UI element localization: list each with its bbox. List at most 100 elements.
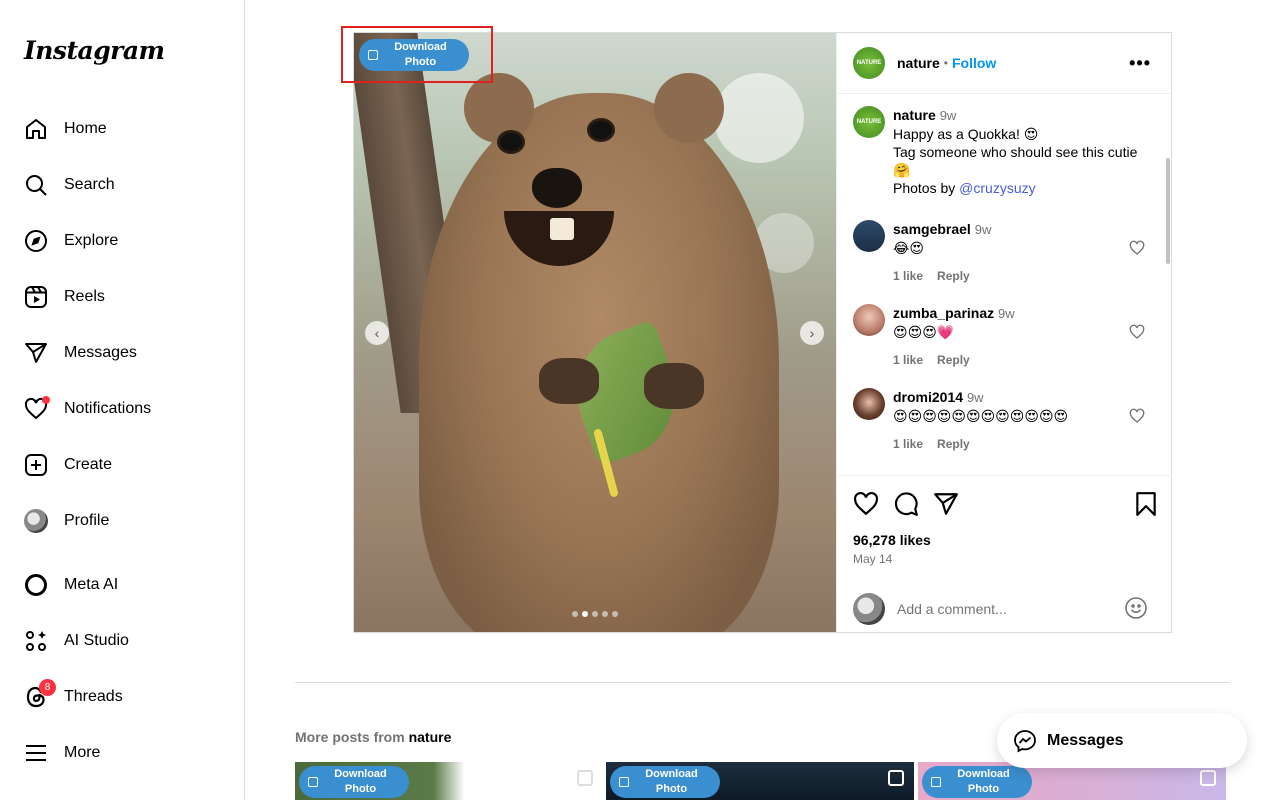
author-avatar[interactable]: NATURE [853, 47, 885, 79]
carousel-dot [612, 611, 618, 617]
carousel-prev-button[interactable]: ‹ [365, 321, 389, 345]
photo-quokka-paw [539, 358, 599, 404]
nav-profile[interactable]: Profile [12, 497, 232, 545]
comment-text: 😂😍 [893, 240, 924, 256]
commenter-avatar[interactable] [853, 388, 885, 420]
comment-like-icon[interactable] [1129, 240, 1145, 256]
separator-dot: • [943, 56, 948, 70]
caption-author[interactable]: nature [893, 107, 936, 123]
more-options-icon[interactable]: ••• [1129, 53, 1151, 74]
search-icon [24, 173, 48, 197]
nav-explore[interactable]: Explore [12, 217, 232, 265]
nav-search[interactable]: Search [12, 161, 232, 209]
photo-quokka-eye [590, 121, 612, 139]
nav-reels-label: Reels [64, 288, 105, 305]
author-username[interactable]: nature [897, 55, 940, 71]
nav-notifications-label: Notifications [64, 400, 152, 417]
download-label: Photo [344, 783, 377, 795]
image-icon [308, 777, 318, 787]
nav-home-label: Home [64, 120, 107, 137]
post-photo[interactable]: ‹ › Download Photo [354, 33, 836, 632]
commenter-username[interactable]: zumba_parinaz [893, 305, 994, 321]
mention-link[interactable]: @cruzysuzy [959, 180, 1035, 196]
threads-icon: 8 [24, 679, 56, 709]
sidebar: Instagram Home Search Explore Reels Mess… [0, 0, 245, 800]
like-icon[interactable] [853, 491, 879, 517]
photo-quokka-teeth [550, 218, 574, 240]
download-photo-button[interactable]: Download Photo [299, 766, 409, 798]
caption-line: Photos by [893, 180, 960, 196]
comment-like-icon[interactable] [1129, 324, 1145, 340]
comments-list[interactable]: NATURE nature 9w Happy as a Quokka! 😍 Ta… [837, 94, 1172, 475]
commenter-username[interactable]: dromi2014 [893, 389, 963, 405]
reply-button[interactable]: Reply [937, 269, 970, 283]
photo-quokka-paw [644, 363, 704, 409]
chevron-left-icon: ‹ [374, 325, 380, 341]
nav-threads[interactable]: 8 Threads [12, 673, 232, 721]
comment-likes[interactable]: 1 like [893, 269, 923, 283]
more-post-thumbnail[interactable]: Download Photo [295, 762, 603, 800]
multi-photo-icon [1200, 770, 1216, 786]
comment-time: 9w [998, 306, 1015, 321]
commenter-username[interactable]: samgebrael [893, 221, 971, 237]
meta-ai-icon [24, 573, 48, 597]
heart-icon [24, 396, 50, 421]
comment-like-icon[interactable] [1129, 408, 1145, 424]
nav-ai-studio[interactable]: AI Studio [12, 617, 232, 665]
add-comment-input[interactable] [897, 600, 1117, 617]
messages-pill-button[interactable]: Messages [997, 713, 1247, 768]
nav-reels[interactable]: Reels [12, 273, 232, 321]
home-icon [24, 117, 48, 141]
nav-meta-ai[interactable]: Meta AI [12, 561, 232, 609]
nav-more[interactable]: More [12, 729, 232, 777]
post-card: ‹ › Download Photo NATURE nature • Follow… [353, 32, 1172, 633]
photo-quokka-ear [654, 73, 724, 143]
more-post-thumbnail[interactable]: Download Photo [606, 762, 914, 800]
more-posts-heading: More posts from nature [295, 729, 451, 745]
comment-icon[interactable] [893, 491, 919, 517]
photo-bokeh [714, 73, 804, 163]
messages-pill-label: Messages [1047, 731, 1124, 749]
section-divider [295, 682, 1230, 683]
more-posts-prefix: More posts from [295, 729, 409, 745]
reply-button[interactable]: Reply [937, 353, 970, 367]
carousel-dot [572, 611, 578, 617]
share-icon[interactable] [933, 491, 959, 517]
comment-likes[interactable]: 1 like [893, 437, 923, 451]
download-label: Photo [967, 783, 1000, 795]
nav-more-label: More [64, 744, 101, 761]
commenter-avatar[interactable] [853, 220, 885, 252]
reply-button[interactable]: Reply [937, 437, 970, 451]
nav-profile-label: Profile [64, 512, 110, 529]
nav-notifications[interactable]: Notifications [12, 385, 232, 433]
download-photo-button[interactable]: Download Photo [922, 766, 1032, 798]
send-icon [24, 341, 48, 365]
nav-messages[interactable]: Messages [12, 329, 232, 377]
nav-home[interactable]: Home [12, 105, 232, 153]
follow-button[interactable]: Follow [952, 55, 996, 71]
reels-icon [24, 285, 48, 309]
comment-likes[interactable]: 1 like [893, 353, 923, 367]
emoji-icon[interactable] [1124, 596, 1148, 620]
menu-icon [24, 741, 48, 765]
carousel-next-button[interactable]: › [800, 321, 824, 345]
post-side-panel: NATURE nature • Follow ••• NATURE nature… [836, 33, 1172, 633]
add-comment-row [837, 584, 1172, 633]
nav-ai-studio-label: AI Studio [64, 632, 129, 649]
nav-create-label: Create [64, 456, 113, 473]
author-avatar[interactable]: NATURE [853, 106, 885, 138]
comments-scrollbar[interactable] [1166, 158, 1170, 264]
likes-count[interactable]: 96,278 likes [853, 532, 931, 548]
image-icon [931, 777, 941, 787]
bookmark-icon[interactable] [1133, 491, 1159, 517]
instagram-logo[interactable]: Instagram [24, 36, 165, 65]
nav-create[interactable]: Create [12, 441, 232, 489]
post-date: May 14 [853, 552, 893, 566]
download-label: Download [957, 768, 1010, 780]
plus-square-icon [24, 453, 48, 477]
more-posts-author[interactable]: nature [409, 729, 452, 745]
download-photo-button[interactable]: Download Photo [610, 766, 720, 798]
multi-photo-icon [577, 770, 593, 786]
commenter-avatar[interactable] [853, 304, 885, 336]
download-label: Download [645, 768, 698, 780]
